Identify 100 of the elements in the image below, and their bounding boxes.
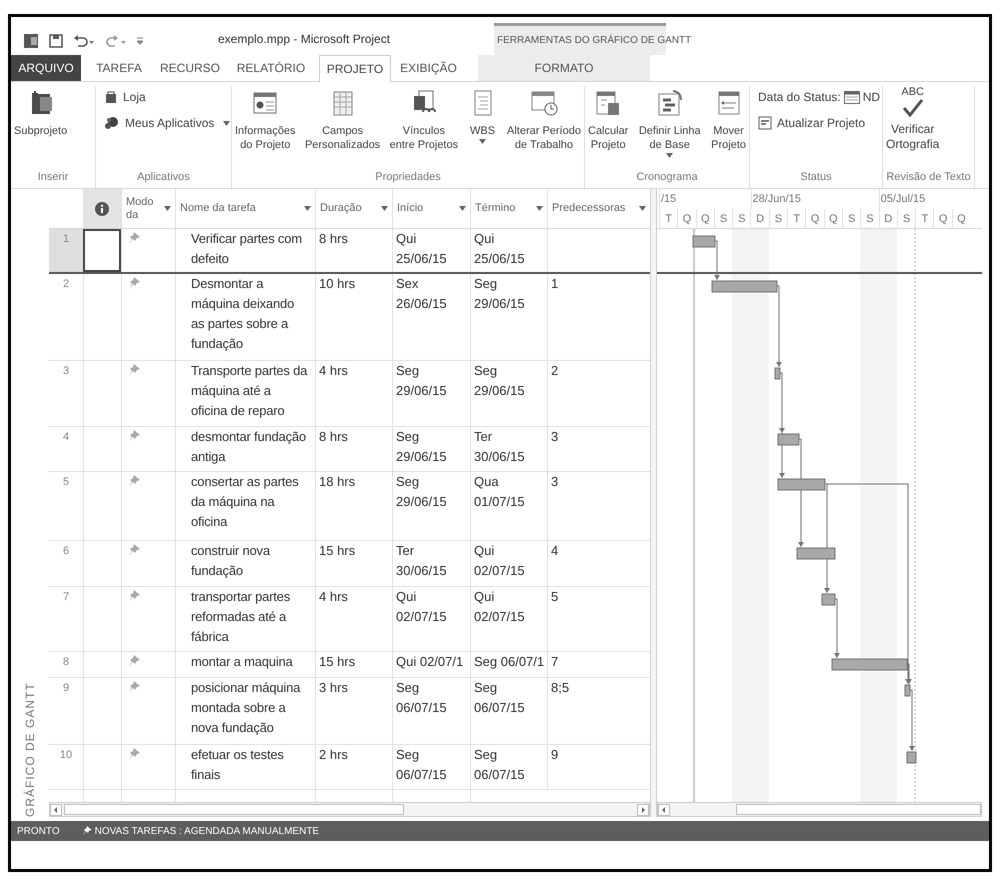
pin-icon [128, 681, 140, 694]
row-number[interactable]: 9 [62, 680, 70, 696]
ribbon-button[interactable]: Vínculos entre Projetos [390, 86, 458, 158]
new-tasks-mode[interactable]: NOVAS TAREFAS : AGENDADA MANUALMENTE [94, 824, 320, 838]
column-header[interactable]: Duração [315, 189, 392, 228]
row-number[interactable]: 8 [62, 654, 70, 670]
column-header[interactable]: Modo da [121, 189, 175, 228]
duration-cell: 15 hrs [319, 543, 356, 558]
finish-date-cell: Ter 30/06/15 [474, 429, 525, 464]
ribbon-tab[interactable]: RELATÓRIO [223, 55, 319, 81]
scrollbar-thumb[interactable] [64, 804, 404, 815]
ribbon-group-label: Status [799, 170, 833, 184]
task-bar[interactable] [906, 752, 916, 764]
ribbon-button[interactable]: Calcular Projeto [588, 86, 628, 158]
pin-icon [128, 475, 140, 488]
contextual-tab-group-title: FERRAMENTAS DO GRÁFICO DE GANTT [497, 33, 692, 48]
duration-cell: 2 hrs [319, 747, 348, 762]
task-bar[interactable] [712, 280, 778, 292]
ribbon-group-label: Aplicativos [136, 170, 191, 184]
pin-icon [82, 826, 92, 836]
task-bar[interactable] [774, 368, 780, 380]
ribbon-group-label: Inserir [36, 170, 70, 184]
duration-cell: 4 hrs [319, 363, 348, 378]
ribbon-button[interactable]: Atualizar Projeto [758, 114, 874, 132]
indicator-cell [83, 229, 121, 272]
ribbon-tab[interactable]: EXIBIÇÃO [391, 55, 466, 81]
apps-icon [104, 116, 120, 130]
finish-date-cell: Qui 25/06/15 [474, 231, 525, 266]
finish-date-cell: Seg 06/07/1 [474, 654, 544, 669]
spelling-button[interactable]: ABC Verificar Ortografia [886, 86, 940, 152]
scroll-left-icon[interactable] [50, 804, 62, 816]
duration-cell: 8 hrs [319, 231, 348, 246]
ribbon-button[interactable]: Definir Linha de Base [638, 86, 701, 158]
task-name: Desmontar a máquina deixando as partes sobre a fundação [191, 276, 294, 351]
finish-date-cell: Qui 02/07/15 [474, 543, 525, 578]
day-label: D [756, 212, 764, 227]
task-bar[interactable] [778, 478, 826, 490]
row-number[interactable]: 5 [62, 474, 70, 490]
scrollbar-thumb[interactable] [736, 804, 981, 815]
row-number[interactable]: 10 [60, 747, 72, 763]
row-number[interactable]: 4 [62, 429, 70, 445]
save-icon[interactable] [49, 34, 63, 48]
pin-icon [128, 655, 140, 668]
status-date-value[interactable]: ND [862, 88, 880, 106]
scroll-left-icon[interactable] [658, 804, 670, 816]
status-text: PRONTO [17, 824, 60, 838]
task-name: consertar as partes da máquina na oficina [191, 474, 298, 529]
ribbon-tab[interactable]: FORMATO [478, 55, 650, 81]
ribbon-button[interactable]: Campos Personalizados [304, 86, 380, 158]
ribbon-button[interactable]: Mover Projeto [711, 86, 746, 158]
scroll-right-icon[interactable] [637, 804, 649, 816]
predecessors-cell: 2 [551, 363, 558, 378]
ribbon-button[interactable]: Loja [104, 88, 155, 106]
row-number[interactable]: 7 [62, 589, 70, 605]
duration-cell: 15 hrs [319, 654, 356, 669]
app-icon[interactable] [23, 33, 39, 49]
pin-icon [128, 590, 140, 603]
view-label: GRÁFICO DE GANTT [22, 681, 38, 817]
ribbon-tab[interactable]: RECURSO [157, 55, 223, 81]
row-number[interactable]: 3 [62, 363, 70, 379]
pin-icon [128, 364, 140, 377]
start-date-cell: Qui 02/07/15 [396, 589, 447, 624]
duration-cell: 10 hrs [319, 276, 356, 291]
day-label: S [774, 212, 782, 227]
start-date-cell: Ter 30/06/15 [396, 543, 447, 578]
row-number[interactable]: 6 [62, 543, 70, 559]
start-date-cell: Qui 25/06/15 [396, 231, 447, 266]
ribbon-button[interactable]: Meus Aplicativos [104, 114, 230, 132]
ribbon-button[interactable]: WBS [468, 86, 498, 144]
horizontal-scrollbar[interactable] [49, 802, 650, 817]
column-header[interactable]: Término [470, 189, 547, 228]
duration-cell: 3 hrs [319, 680, 348, 695]
task-bar[interactable] [832, 658, 908, 670]
start-date-cell: Sex 26/06/15 [396, 276, 447, 311]
task-name: efetuar os testes finais [191, 747, 284, 782]
week-label: 28/Jun/15 [752, 193, 801, 205]
day-label: Q [957, 212, 966, 227]
ribbon-tab[interactable]: ARQUIVO [11, 55, 81, 81]
customize-toolbar-icon[interactable] [137, 37, 143, 45]
ribbon-tab[interactable]: PROJETO [319, 55, 391, 82]
redo-icon[interactable] [105, 34, 127, 48]
row-number[interactable]: 2 [62, 276, 70, 292]
task-bar[interactable] [904, 684, 910, 696]
horizontal-scrollbar[interactable] [657, 802, 982, 817]
task-bar[interactable] [796, 548, 836, 560]
finish-date-cell: Seg 29/06/15 [474, 363, 525, 398]
ribbon-button[interactable]: Informações do Projeto [235, 86, 296, 158]
task-bar[interactable] [692, 236, 716, 248]
week-label: 05/Jul/15 [880, 193, 926, 205]
dependency-arrow [909, 690, 915, 752]
column-header[interactable]: Nome da tarefa [175, 189, 315, 228]
ribbon-button[interactable]: Subprojeto [14, 86, 68, 144]
ribbon-button[interactable]: Alterar Período de Trabalho [506, 86, 581, 158]
predecessors-cell: 4 [551, 543, 558, 558]
finish-date-cell: Qui 02/07/15 [474, 589, 525, 624]
task-bar[interactable] [822, 594, 836, 606]
undo-icon[interactable] [73, 34, 95, 48]
ribbon-tab[interactable]: TAREFA [81, 55, 157, 81]
column-header[interactable]: Início [392, 189, 470, 228]
task-bar[interactable] [778, 434, 800, 446]
